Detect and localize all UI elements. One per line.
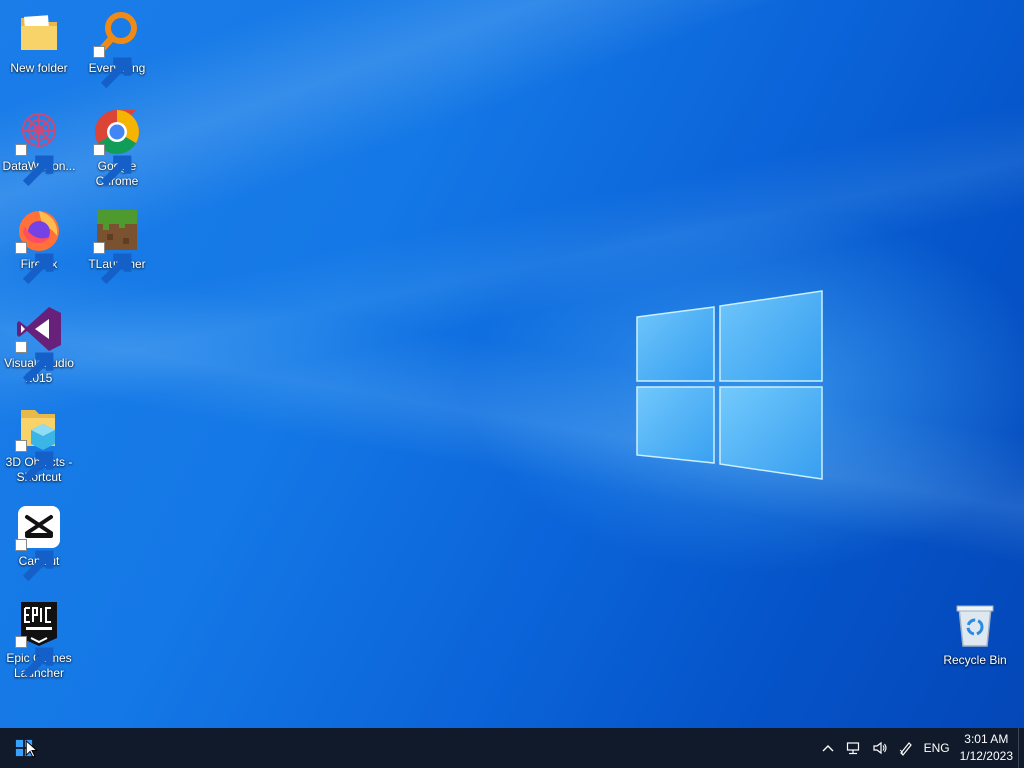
shortcut-arrow-icon <box>15 341 54 384</box>
mouse-cursor-icon <box>25 740 38 758</box>
capcut-icon <box>15 503 63 582</box>
shortcut-arrow-icon <box>93 46 132 89</box>
desktop-icon-new-folder[interactable]: New folder <box>0 10 78 76</box>
taskbar: ENG 3:01 AM 1/12/2023 <box>0 728 1024 768</box>
input-language-button[interactable]: ENG <box>919 728 955 768</box>
visual-studio-icon <box>15 305 63 384</box>
system-tray: ENG 3:01 AM 1/12/2023 <box>815 728 1024 768</box>
shortcut-arrow-icon <box>15 440 54 483</box>
folder-icon <box>15 10 63 58</box>
shortcut-arrow-icon <box>93 242 132 285</box>
firefox-icon <box>15 206 63 285</box>
desktop-icon-tlauncher[interactable]: TLauncher <box>78 206 156 285</box>
epic-games-icon <box>15 600 63 679</box>
everything-search-icon <box>93 10 141 89</box>
windows-wallpaper-logo <box>636 290 823 480</box>
show-desktop-button[interactable] <box>1018 728 1024 768</box>
shortcut-arrow-icon <box>15 242 54 285</box>
desktop-icon-epic-games[interactable]: Epic Games Launcher <box>0 600 78 681</box>
start-button[interactable] <box>0 728 48 768</box>
language-indicator: ENG <box>923 741 950 755</box>
recycle-bin-icon <box>951 602 999 650</box>
volume-button[interactable] <box>867 728 893 768</box>
desktop-icon-capcut[interactable]: CapCut <box>0 503 78 582</box>
chevron-up-icon <box>822 745 834 752</box>
desktop-icon-everything[interactable]: Everything <box>78 10 156 89</box>
datawagon-icon <box>15 108 63 187</box>
shortcut-arrow-icon <box>15 144 54 187</box>
desktop-icon-3d-objects[interactable]: 3D Objects - Shortcut <box>0 404 78 485</box>
network-button[interactable] <box>841 728 867 768</box>
desktop-icon-label: Recycle Bin <box>943 653 1007 667</box>
network-icon <box>846 742 859 755</box>
desktop[interactable]: New folder Everything DataWagon... Googl… <box>0 0 1024 728</box>
3d-objects-folder-icon <box>15 404 63 483</box>
shortcut-arrow-icon <box>15 539 54 582</box>
desktop-icon-google-chrome[interactable]: Google Chrome <box>78 108 156 189</box>
clock-date: 1/12/2023 <box>959 749 1013 763</box>
shortcut-arrow-icon <box>15 636 54 679</box>
grass-block-icon <box>93 206 141 285</box>
desktop-icon-recycle-bin[interactable]: Recycle Bin <box>936 602 1014 668</box>
pen-icon <box>899 742 912 756</box>
chrome-icon <box>93 108 141 187</box>
desktop-icon-firefox[interactable]: Firefox <box>0 206 78 285</box>
clock-time: 3:01 AM <box>964 732 1009 746</box>
pen-workspace-button[interactable] <box>893 728 919 768</box>
show-hidden-icons-button[interactable] <box>815 728 841 768</box>
shortcut-arrow-icon <box>93 144 132 187</box>
speaker-icon <box>872 741 887 755</box>
desktop-icon-datawagon[interactable]: DataWagon... <box>0 108 78 187</box>
desktop-icon-visual-studio[interactable]: Visual Studio 2015 <box>0 305 78 386</box>
desktop-icon-label: New folder <box>10 61 68 75</box>
clock-button[interactable]: 3:01 AM 1/12/2023 <box>955 728 1018 768</box>
